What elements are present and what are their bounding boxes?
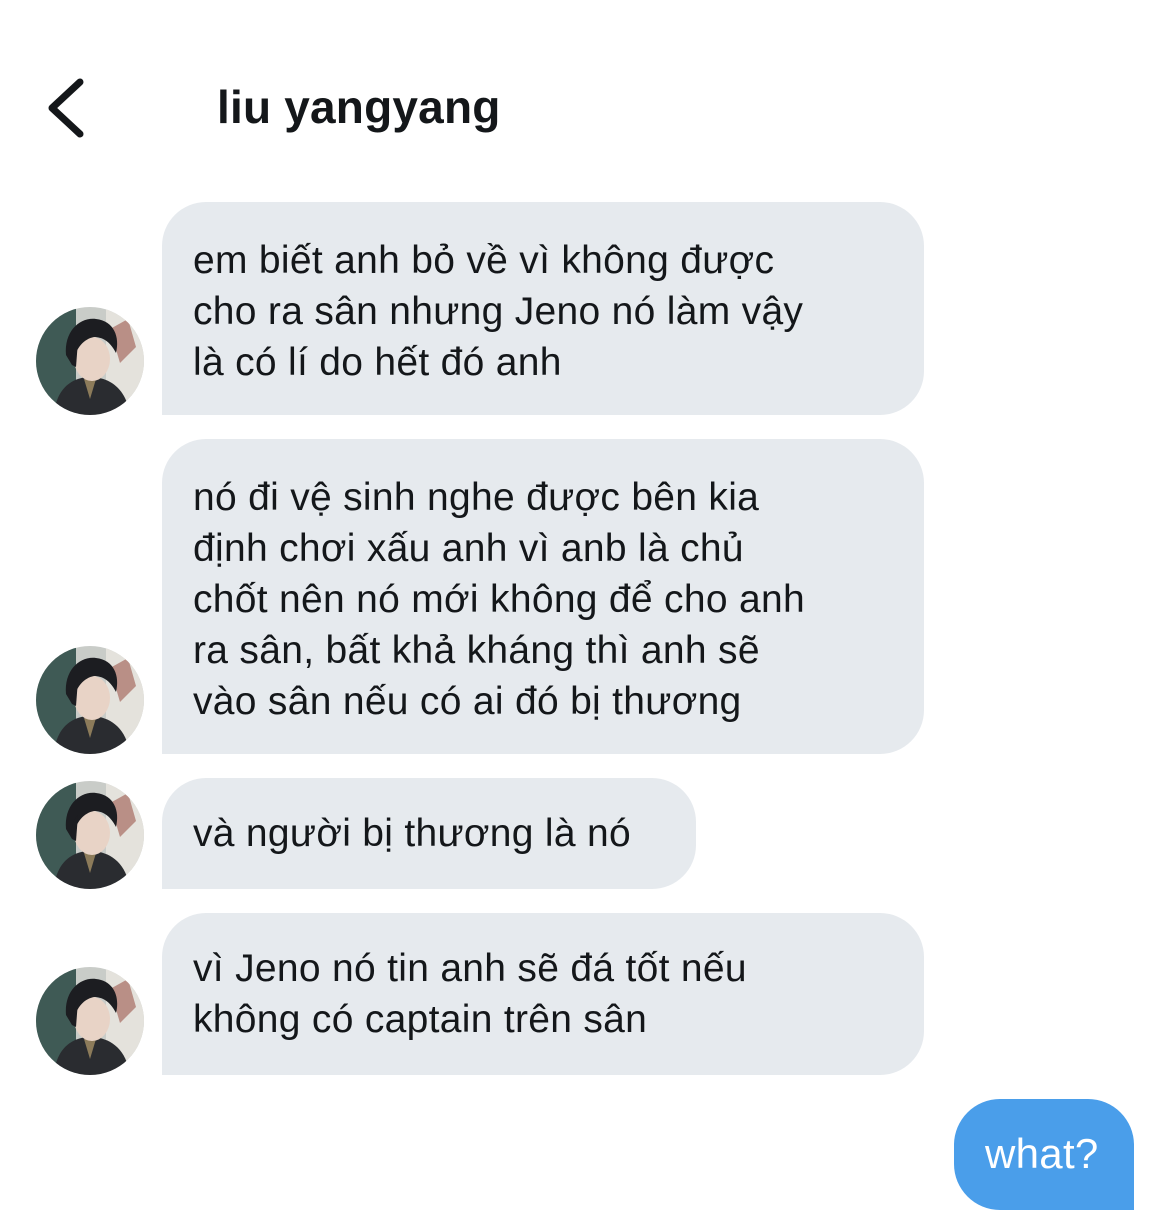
avatar-image — [36, 646, 144, 754]
received-message-bubble[interactable]: nó đi vệ sinh nghe được bên kia định chơ… — [162, 439, 924, 754]
message-text-line: ra sân, bất khả kháng thì anh sẽ — [193, 629, 760, 672]
sent-message-bubble[interactable]: what? — [954, 1099, 1134, 1210]
avatar[interactable] — [36, 646, 144, 754]
chevron-left-icon — [48, 78, 84, 138]
message-text-line: chốt nên nó mới không để cho anh — [193, 578, 805, 621]
message-text-line: nó đi vệ sinh nghe được bên kia — [193, 476, 760, 519]
received-message-bubble[interactable]: em biết anh bỏ về vì không được cho ra s… — [162, 202, 924, 415]
message-text-line: what? — [985, 1130, 1099, 1177]
avatar[interactable] — [36, 781, 144, 889]
message-text-line: là có lí do hết đó anh — [193, 341, 562, 384]
conversation-title[interactable]: liu yangyang — [217, 80, 501, 134]
avatar-image — [36, 781, 144, 889]
avatar[interactable] — [36, 307, 144, 415]
chat-header: liu yangyang — [0, 0, 1169, 190]
received-message-bubble[interactable]: vì Jeno nó tin anh sẽ đá tốt nếu không c… — [162, 913, 924, 1075]
received-message-bubble[interactable]: và người bị thương là nó — [162, 778, 696, 889]
message-text-line: vì Jeno nó tin anh sẽ đá tốt nếu — [193, 947, 747, 990]
message-text-line: vào sân nếu có ai đó bị thương — [193, 680, 742, 723]
message-text-line: định chơi xấu anh vì anb là chủ — [193, 527, 744, 570]
back-button[interactable] — [38, 72, 98, 144]
message-text-line: và người bị thương là nó — [193, 812, 631, 855]
message-text-line: không có captain trên sân — [193, 998, 648, 1041]
message-text-line: em biết anh bỏ về vì không được — [193, 239, 775, 282]
avatar[interactable] — [36, 967, 144, 1075]
message-text-line: cho ra sân nhưng Jeno nó làm vậy — [193, 290, 804, 333]
avatar-image — [36, 967, 144, 1075]
avatar-image — [36, 307, 144, 415]
